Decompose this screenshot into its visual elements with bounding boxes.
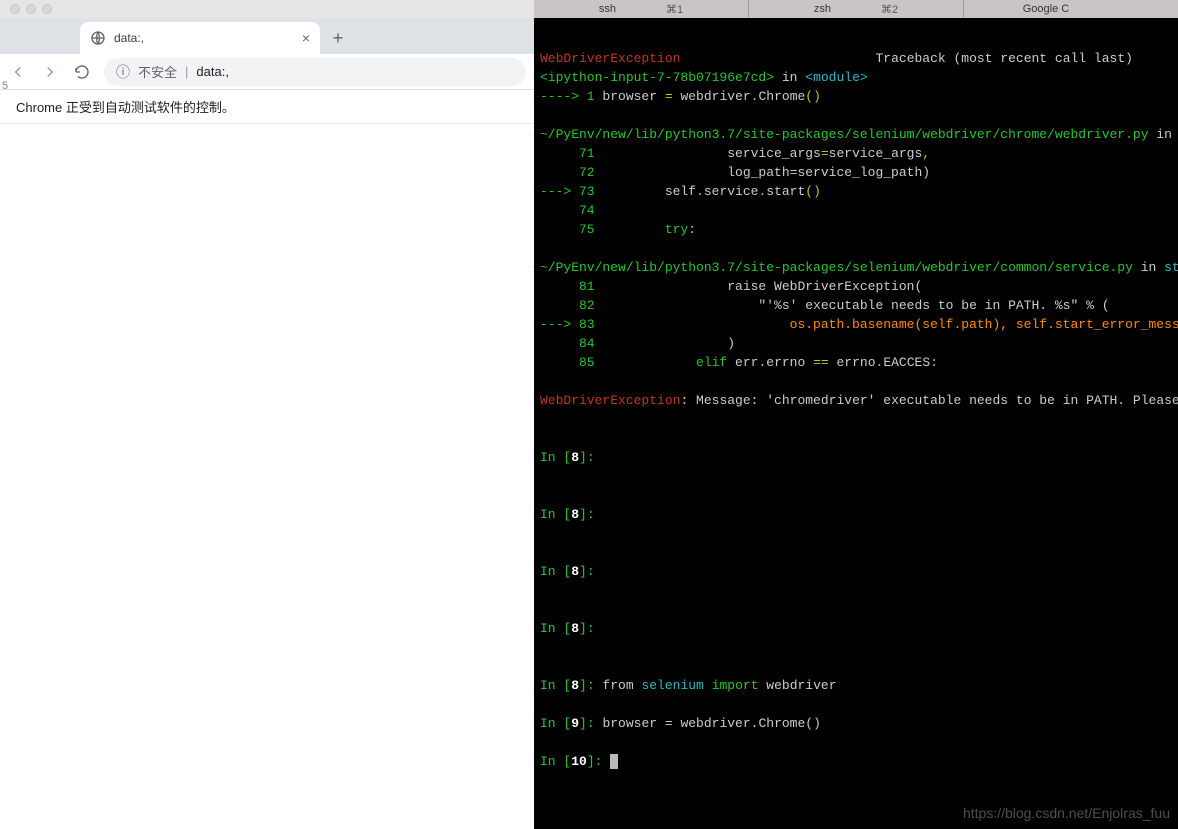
browser-tab[interactable]: data:, × [80, 22, 320, 54]
terminal-tab-ssh[interactable]: ssh ⌘1 [534, 0, 749, 18]
chrome-window: data:, × + ⓘ 不安全 | data:, Chrome 正受到自动测试… [0, 0, 534, 829]
watermark: https://blog.csdn.net/Enjolras_fuu [963, 804, 1170, 823]
exc-name: WebDriverException [540, 393, 680, 408]
insecure-label: 不安全 [138, 62, 177, 81]
globe-icon [90, 30, 106, 46]
terminal-window: ssh ⌘1 zsh ⌘2 Google C WebDriverExceptio… [534, 0, 1178, 829]
exc-message: : Message: 'chromedriver' executable nee… [680, 393, 1178, 408]
terminal-tab-shortcut: ⌘2 [881, 3, 898, 16]
tab-title: data:, [114, 31, 294, 45]
traffic-close[interactable] [10, 4, 20, 14]
terminal-tab-bar: ssh ⌘1 zsh ⌘2 Google C [534, 0, 1178, 18]
terminal-tab-label: Google C [1023, 3, 1069, 15]
traceback-header: Traceback (most recent call last) [875, 51, 1132, 66]
terminal-tab-shortcut: ⌘1 [666, 3, 683, 16]
ipython-prompt: In [8]: [540, 507, 595, 522]
tab-strip: data:, × + [0, 18, 534, 54]
traceback-block: WebDriverException Traceback (most recen… [540, 49, 1172, 771]
terminal-tab-zsh[interactable]: zsh ⌘2 [749, 0, 964, 18]
ipython-prompt: In [8]: [540, 450, 595, 465]
automation-infobar: Chrome 正受到自动测试软件的控制。 [0, 90, 534, 124]
mac-titlebar [0, 0, 534, 18]
close-icon[interactable]: × [302, 30, 310, 46]
traffic-zoom[interactable] [42, 4, 52, 14]
page-content [0, 124, 534, 829]
address-bar[interactable]: ⓘ 不安全 | data:, [104, 58, 526, 86]
new-tab-button[interactable]: + [324, 24, 352, 52]
browser-toolbar: ⓘ 不安全 | data:, [0, 54, 534, 90]
exc-name: WebDriverException [540, 51, 680, 66]
infobar-text: Chrome 正受到自动测试软件的控制。 [16, 97, 235, 116]
frame-path: ~/PyEnv/new/lib/python3.7/site-packages/… [540, 260, 1133, 275]
reload-button[interactable] [72, 62, 92, 82]
traffic-minimize[interactable] [26, 4, 36, 14]
back-button[interactable] [8, 62, 28, 82]
ipython-prompt: In [9]: [540, 716, 602, 731]
ipython-input-label: <ipython-input-7-78b07196e7cd> [540, 70, 774, 85]
ipython-prompt: In [10]: [540, 754, 610, 769]
terminal-body[interactable]: WebDriverException Traceback (most recen… [534, 18, 1178, 829]
omnibox-url: data:, [196, 64, 229, 79]
terminal-tab-google[interactable]: Google C [964, 0, 1178, 18]
terminal-tab-label: ssh [599, 3, 616, 15]
omnibox-divider: | [185, 64, 188, 79]
info-icon[interactable]: ⓘ [116, 62, 130, 82]
ipython-prompt: In [8]: [540, 564, 595, 579]
forward-button[interactable] [40, 62, 60, 82]
ruler-mark: 5 [2, 80, 6, 92]
terminal-cursor [610, 754, 618, 769]
ipython-prompt: In [8]: [540, 621, 595, 636]
terminal-tab-label: zsh [814, 3, 831, 15]
ipython-prompt: In [8]: [540, 678, 602, 693]
frame-path: ~/PyEnv/new/lib/python3.7/site-packages/… [540, 127, 1149, 142]
